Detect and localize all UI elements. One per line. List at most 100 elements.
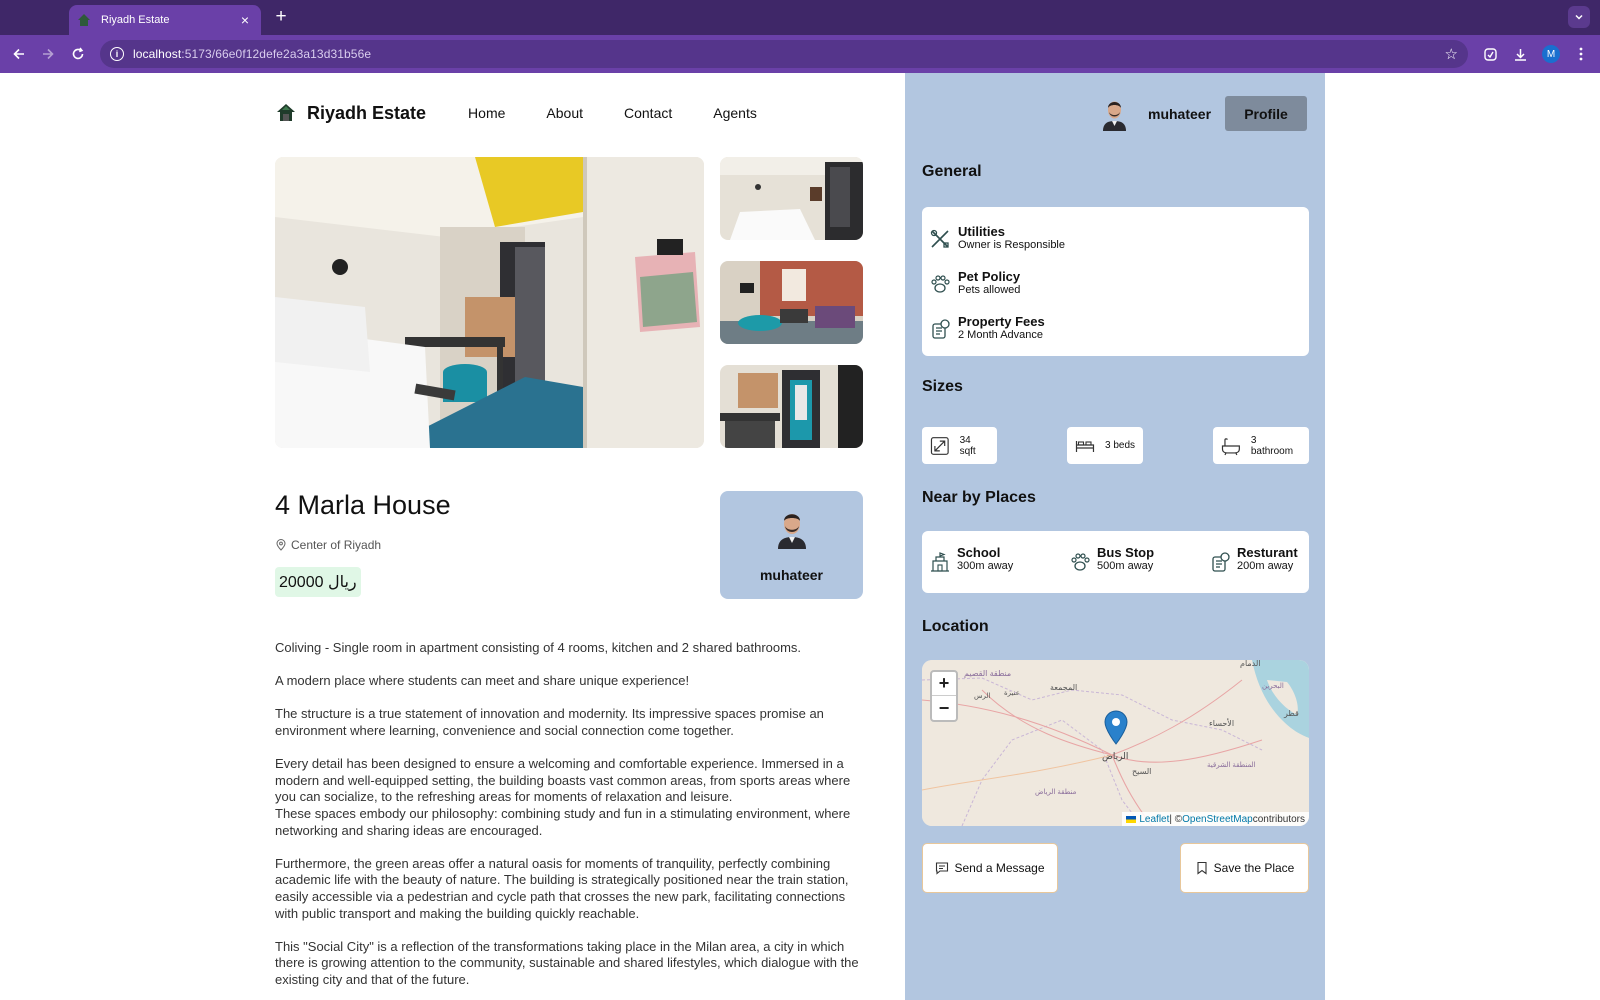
- thumbnail-image-3[interactable]: [720, 365, 863, 448]
- attribution-separator: | ©: [1169, 813, 1183, 825]
- address-text: Center of Riyadh: [291, 538, 382, 552]
- send-message-button[interactable]: Send a Message: [922, 843, 1058, 893]
- nav-link-about[interactable]: About: [546, 105, 583, 121]
- profile-avatar-icon[interactable]: M: [1542, 45, 1560, 63]
- thumbnail-image-1[interactable]: [720, 157, 863, 240]
- logo-icon[interactable]: [275, 102, 297, 124]
- nearby-value: 300m away: [957, 560, 1014, 572]
- tab-search-chevron-icon[interactable]: [1568, 6, 1590, 28]
- main-property-image[interactable]: [275, 157, 704, 448]
- nearby-title: Near by Places: [922, 489, 1036, 506]
- extension-icon[interactable]: [1480, 44, 1500, 64]
- map-label: قطر: [1283, 709, 1299, 718]
- map-label: منطقة القصيم: [964, 669, 1011, 678]
- profile-button[interactable]: Profile: [1225, 96, 1307, 131]
- general-item-label: Property Fees: [958, 314, 1045, 329]
- map-attribution: Leaflet | © OpenStreetMap contributors: [1122, 812, 1309, 826]
- map-label: البحرين: [1262, 683, 1284, 690]
- house-favicon-icon: [77, 13, 91, 27]
- description-paragraph: A modern place where students can meet a…: [275, 673, 690, 689]
- general-item-pet-policy: Pet Policy Pets allowed: [929, 269, 1020, 297]
- leaflet-link[interactable]: Leaflet: [1139, 814, 1169, 825]
- general-card: Utilities Owner is Responsible Pet Polic…: [922, 207, 1309, 356]
- address-bar[interactable]: i localhost:5173/66e0f12defe2a3a13d31b56…: [100, 40, 1468, 68]
- general-item-utilities: Utilities Owner is Responsible: [929, 224, 1065, 252]
- user-avatar[interactable]: [1101, 96, 1128, 131]
- listing-price: 20000 ريال: [275, 567, 361, 597]
- general-item-value: 2 Month Advance: [958, 329, 1044, 341]
- sizes-title: Sizes: [922, 378, 963, 395]
- site-header: Riyadh Estate Home About Contact Agents: [275, 99, 798, 127]
- location-map[interactable]: منطقة القصيم المجمعة عنيزة الرس الدمام ا…: [922, 660, 1309, 826]
- tools-icon: [930, 229, 949, 248]
- nearby-label: Bus Stop: [1097, 545, 1155, 560]
- bookmark-star-icon[interactable]: ☆: [1445, 45, 1458, 63]
- new-tab-button[interactable]: +: [270, 6, 292, 28]
- location-title: Location: [922, 618, 989, 635]
- zoom-in-button[interactable]: +: [932, 672, 956, 696]
- browser-tabstrip: Riyadh Estate × +: [0, 0, 1600, 35]
- map-label: منطقة الرياض: [1035, 789, 1077, 796]
- browser-tab[interactable]: Riyadh Estate ×: [69, 5, 261, 35]
- size-value: 3 beds: [1104, 440, 1136, 451]
- page: Riyadh Estate Home About Contact Agents: [0, 73, 1600, 1000]
- size-item-area: 34 sqft: [922, 427, 997, 464]
- reload-icon[interactable]: [67, 43, 89, 65]
- bed-icon: [1075, 440, 1095, 452]
- tab-title: Riyadh Estate: [101, 14, 170, 26]
- school-icon: [931, 552, 949, 572]
- user-name[interactable]: muhateer: [1148, 106, 1211, 122]
- nearby-value: 500m away: [1097, 560, 1154, 572]
- send-message-label: Send a Message: [954, 861, 1045, 875]
- back-arrow-icon[interactable]: [8, 43, 30, 65]
- location-pin-icon: [276, 539, 286, 551]
- map-tiles: منطقة القصيم المجمعة عنيزة الرس الدمام ا…: [922, 660, 1309, 826]
- osm-link[interactable]: OpenStreetMap: [1182, 814, 1253, 825]
- general-item-label: Pet Policy: [958, 269, 1021, 284]
- map-label: الرياض: [1102, 751, 1128, 761]
- nearby-label: Resturant: [1237, 545, 1298, 560]
- expand-icon: [930, 436, 949, 455]
- url-text: localhost:5173/66e0f12defe2a3a13d31b56e: [133, 47, 372, 61]
- agent-card[interactable]: muhateer: [720, 491, 863, 599]
- map-label: الرس: [974, 693, 991, 700]
- save-place-button[interactable]: Save the Place: [1180, 843, 1309, 893]
- menu-dots-icon[interactable]: [1571, 44, 1591, 64]
- general-title: General: [922, 163, 982, 180]
- nearby-item-school: School 300m away: [929, 545, 1013, 573]
- nearby-label: School: [957, 545, 1001, 560]
- map-label: الدمام: [1240, 660, 1261, 668]
- nearby-item-restaurant: Resturant 200m away: [1209, 545, 1298, 573]
- size-value: 34 sqft: [959, 434, 976, 457]
- user-bar: muhateer Profile: [905, 96, 1309, 131]
- chat-icon: [936, 862, 949, 875]
- zoom-out-button[interactable]: −: [932, 696, 956, 720]
- nav-link-agents[interactable]: Agents: [713, 105, 757, 121]
- map-label: المنطقة الشرقية: [1207, 762, 1256, 769]
- attribution-tail: contributors: [1252, 813, 1305, 825]
- listing-description: Coliving - Single room in apartment cons…: [275, 640, 865, 1000]
- map-zoom-control: + −: [930, 670, 958, 722]
- ukraine-flag-icon: [1126, 815, 1137, 823]
- brand-name[interactable]: Riyadh Estate: [307, 103, 426, 124]
- forward-arrow-icon[interactable]: [37, 43, 59, 65]
- thumbnail-image-2[interactable]: [720, 261, 863, 344]
- site-info-icon[interactable]: i: [110, 47, 124, 61]
- nearby-value: 200m away: [1237, 560, 1294, 572]
- description-paragraph: Coliving - Single room in apartment cons…: [275, 640, 802, 655]
- listing-title: 4 Marla House: [275, 490, 451, 520]
- size-item-beds: 3 beds: [1067, 427, 1143, 464]
- description-paragraph: Every detail has been designed to ensure…: [275, 756, 851, 805]
- general-item-value: Pets allowed: [958, 284, 1021, 296]
- tab-close-icon[interactable]: ×: [237, 12, 253, 28]
- download-icon[interactable]: [1510, 44, 1530, 64]
- size-value: 3 bathroom: [1250, 434, 1294, 457]
- listing-address: Center of Riyadh: [275, 538, 381, 552]
- nearby-card: School 300m away Bus Stop 500m away Rest…: [922, 531, 1309, 593]
- nav-link-home[interactable]: Home: [468, 105, 505, 121]
- listing-sidebar: muhateer Profile General Utilities Owner…: [905, 73, 1325, 1000]
- nav-link-contact[interactable]: Contact: [624, 105, 672, 121]
- restaurant-icon: [1212, 552, 1230, 572]
- nearby-item-bus-stop: Bus Stop 500m away: [1069, 545, 1154, 573]
- general-item-property-fees: Property Fees 2 Month Advance: [929, 314, 1045, 342]
